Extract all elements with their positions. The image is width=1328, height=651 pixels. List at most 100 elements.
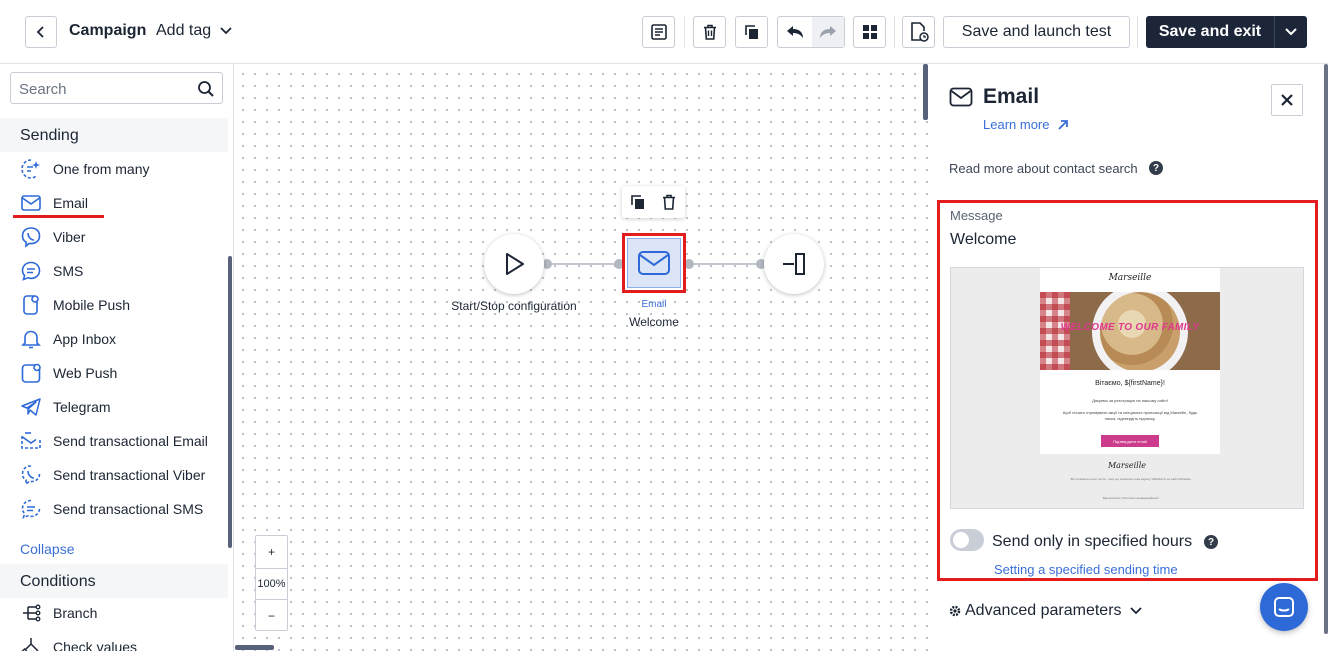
sidebar-item-app-inbox[interactable]: App Inbox bbox=[18, 325, 223, 353]
connector-line bbox=[686, 263, 764, 265]
check-values-icon bbox=[18, 634, 44, 651]
layout-button[interactable] bbox=[853, 16, 886, 48]
envelope-icon bbox=[949, 87, 973, 107]
sidebar-item-email[interactable]: Email bbox=[18, 189, 223, 217]
sidebar-item-sms[interactable]: SMS bbox=[18, 257, 223, 285]
chevron-down-icon[interactable] bbox=[220, 26, 232, 36]
zoom-controls: + 100% − bbox=[255, 535, 288, 631]
email-node-body bbox=[627, 238, 681, 288]
preview-text-line: Дякуємо за реєстрацію на нашому сайті! bbox=[1092, 398, 1168, 403]
branch-icon bbox=[18, 600, 44, 626]
preview-brand-logo: Marseille bbox=[1108, 273, 1152, 283]
canvas-horizontal-scrollbar[interactable] bbox=[235, 645, 274, 650]
zoom-in-button[interactable]: + bbox=[256, 536, 287, 568]
exit-icon bbox=[783, 253, 805, 275]
campaign-name[interactable]: Add tag bbox=[156, 22, 211, 40]
copy-icon[interactable] bbox=[629, 193, 647, 211]
undo-icon bbox=[786, 26, 803, 38]
sidebar-item-transactional-sms[interactable]: Send transactional SMS bbox=[18, 495, 223, 523]
save-options-dropdown[interactable] bbox=[1275, 27, 1307, 37]
sending-time-link[interactable]: Setting a specified sending time bbox=[994, 562, 1178, 577]
save-and-launch-test-button[interactable]: Save and launch test bbox=[943, 16, 1130, 48]
section-sending[interactable]: Sending bbox=[0, 118, 228, 152]
read-more-link[interactable]: Read more about contact search bbox=[949, 161, 1138, 176]
close-panel-button[interactable] bbox=[1271, 84, 1303, 116]
advanced-parameters-label: Advanced parameters bbox=[965, 602, 1122, 619]
start-node[interactable] bbox=[484, 234, 544, 294]
canvas-vertical-scrollbar[interactable] bbox=[923, 64, 928, 120]
panel-title: Email bbox=[983, 85, 1040, 108]
zoom-out-button[interactable]: − bbox=[256, 600, 287, 632]
save-and-exit-label: Save and exit bbox=[1158, 23, 1262, 40]
toolbar-divider bbox=[894, 16, 895, 48]
sidebar-scrollbar[interactable] bbox=[228, 256, 232, 548]
node-toolbar bbox=[622, 186, 685, 218]
close-icon bbox=[1281, 94, 1293, 106]
test-document-button[interactable] bbox=[902, 16, 935, 48]
notes-button[interactable] bbox=[642, 16, 675, 48]
sidebar-item-transactional-viber[interactable]: Send transactional Viber bbox=[18, 461, 223, 489]
delete-button[interactable] bbox=[693, 16, 726, 48]
transactional-sms-icon bbox=[18, 496, 44, 522]
help-icon[interactable]: ? bbox=[1204, 535, 1218, 549]
mobile-push-icon bbox=[18, 292, 44, 318]
learn-more-link[interactable]: Learn more bbox=[983, 117, 1069, 132]
sidebar-item-check-values[interactable]: Check values bbox=[18, 633, 223, 651]
sidebar-item-one-from-many[interactable]: One from many bbox=[18, 155, 223, 183]
message-label: Message bbox=[950, 208, 1003, 223]
sidebar-item-web-push[interactable]: Web Push bbox=[18, 359, 223, 387]
undo-button[interactable] bbox=[778, 24, 812, 40]
sidebar-item-transactional-email[interactable]: Send transactional Email bbox=[18, 427, 223, 455]
document-clock-icon bbox=[910, 22, 929, 42]
chat-support-button[interactable] bbox=[1260, 583, 1308, 631]
email-node-name: Welcome bbox=[629, 315, 679, 329]
exit-node[interactable] bbox=[764, 234, 824, 294]
copy-icon bbox=[744, 25, 758, 39]
sparkle-icon bbox=[18, 156, 44, 182]
sidebar-item-viber[interactable]: Viber bbox=[18, 223, 223, 251]
search-icon[interactable] bbox=[197, 80, 215, 98]
undo-redo-group bbox=[777, 16, 845, 48]
workflow-canvas[interactable] bbox=[235, 64, 928, 651]
specified-hours-toggle[interactable] bbox=[950, 529, 984, 551]
advanced-parameters-toggle[interactable]: Advanced parameters bbox=[949, 602, 1142, 620]
panel-scrollbar[interactable] bbox=[1324, 64, 1328, 634]
sidebar-item-label: Send transactional Viber bbox=[53, 467, 206, 483]
sidebar-item-label: Mobile Push bbox=[53, 297, 131, 313]
save-and-exit-button[interactable]: Save and exit bbox=[1146, 16, 1307, 48]
play-icon bbox=[506, 253, 524, 275]
preview-greeting: Вітаємо, ${firstName}! bbox=[1095, 380, 1165, 387]
sidebar-item-label: One from many bbox=[53, 161, 150, 177]
toolbar-divider bbox=[684, 16, 685, 48]
copy-button[interactable] bbox=[735, 16, 768, 48]
chevron-down-icon bbox=[1285, 28, 1297, 36]
back-button[interactable] bbox=[25, 16, 57, 48]
email-node-type: Email bbox=[641, 299, 667, 310]
sidebar-item-label: App Inbox bbox=[53, 331, 117, 347]
help-icon[interactable]: ? bbox=[1149, 161, 1163, 175]
trash-icon[interactable] bbox=[660, 193, 678, 211]
section-conditions[interactable]: Conditions bbox=[0, 564, 228, 598]
sidebar-item-mobile-push[interactable]: Mobile Push bbox=[18, 291, 223, 319]
toggle-knob bbox=[953, 532, 969, 548]
email-node[interactable] bbox=[622, 233, 686, 293]
email-preview[interactable]: Marseille WELCOME TO OUR FAMILY Вітаємо,… bbox=[950, 267, 1304, 509]
chevron-left-icon bbox=[36, 26, 44, 38]
preview-footer-links: Відписатися | Політика конфіденційності bbox=[1102, 496, 1160, 500]
search-input[interactable] bbox=[19, 79, 189, 99]
gear-icon bbox=[949, 605, 961, 617]
grid-icon bbox=[862, 25, 877, 39]
sidebar-item-telegram[interactable]: Telegram bbox=[18, 393, 223, 421]
top-toolbar: Campaign Add tag Save and launch test Sa… bbox=[0, 0, 1328, 64]
sidebar-item-label: Branch bbox=[53, 605, 98, 621]
preview-hero-text: WELCOME TO OUR FAMILY bbox=[1060, 322, 1200, 333]
collapse-link[interactable]: Collapse bbox=[20, 541, 74, 557]
sidebar-item-branch[interactable]: Branch bbox=[18, 599, 223, 627]
email-highlight-underline bbox=[13, 215, 104, 218]
preview-footer-brand: Marseille bbox=[1107, 461, 1147, 470]
preview-hero-image: WELCOME TO OUR FAMILY bbox=[1040, 292, 1220, 370]
zoom-level[interactable]: 100% bbox=[256, 568, 287, 600]
notes-icon bbox=[650, 24, 667, 40]
redo-button[interactable] bbox=[811, 17, 844, 47]
transactional-email-icon bbox=[18, 428, 44, 454]
